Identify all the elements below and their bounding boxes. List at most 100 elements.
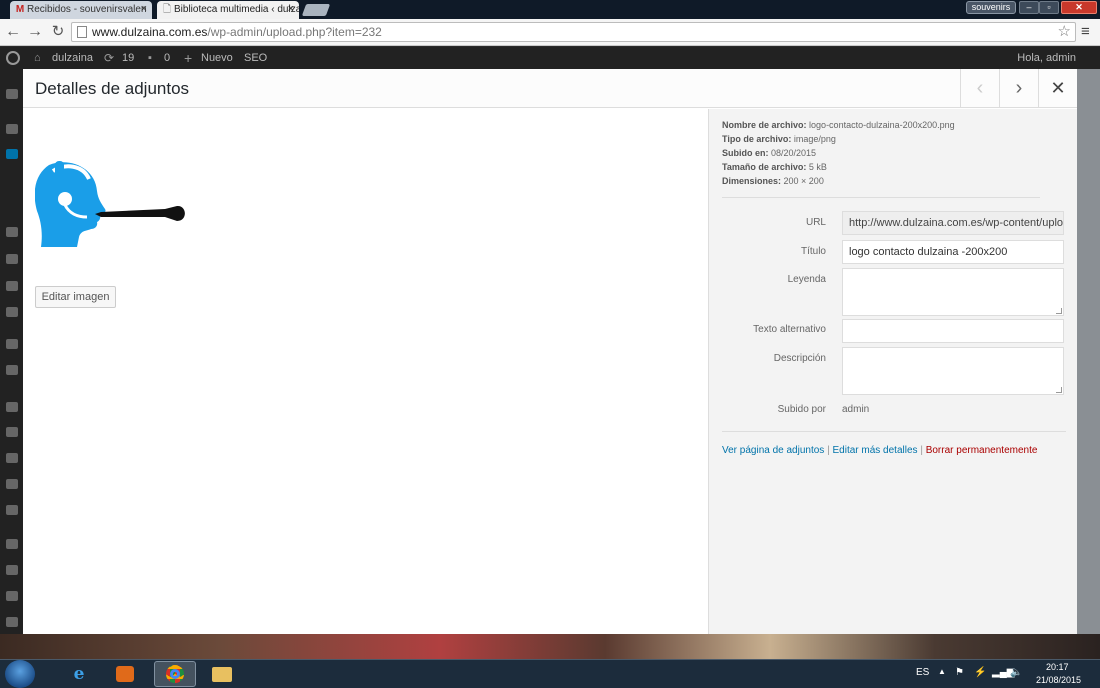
- attachment-actions: Ver página de adjuntos | Editar más deta…: [722, 445, 1037, 457]
- gear-icon: [6, 565, 18, 575]
- maximize-icon[interactable]: ▫: [1039, 1, 1059, 14]
- account-menu[interactable]: Hola, admin: [1017, 47, 1076, 69]
- resize-handle-icon[interactable]: [1056, 387, 1062, 393]
- show-hidden-icons-icon[interactable]: ▲: [938, 667, 946, 676]
- caption-textarea[interactable]: [842, 268, 1064, 316]
- browser-tab-strip: M Recibidos - souvenirsvalen × 🗋 Bibliot…: [0, 0, 1100, 19]
- bookmark-star-icon[interactable]: ☆: [1058, 23, 1071, 41]
- media-icon: [6, 149, 18, 159]
- tab-media-library[interactable]: 🗋 Biblioteca multimedia ‹ dulzaina ×: [157, 1, 299, 19]
- browser-menu-icon[interactable]: ≡: [1081, 23, 1090, 41]
- comments-count[interactable]: 0: [164, 47, 170, 69]
- description-label: Descripción: [773, 353, 826, 364]
- clock-time[interactable]: 20:17: [1046, 662, 1069, 672]
- wp-admin-sidebar: [0, 69, 23, 659]
- back-arrow-icon[interactable]: ←: [4, 23, 22, 41]
- previous-attachment-button[interactable]: ‹: [960, 69, 999, 108]
- language-indicator[interactable]: ES: [916, 667, 929, 678]
- dulzaina-instrument: [95, 205, 185, 221]
- chrome-glyph: [166, 665, 184, 683]
- volume-icon[interactable]: 🔈: [1010, 667, 1022, 678]
- alt-text-label: Texto alternativo: [753, 324, 826, 335]
- address-bar[interactable]: www.dulzaina.com.es/wp-admin/upload.php?…: [71, 22, 1076, 42]
- posts-icon: [6, 124, 18, 134]
- new-content-link[interactable]: Nuevo: [201, 47, 233, 69]
- resize-handle-icon[interactable]: [1056, 308, 1062, 314]
- comments-icon: [6, 254, 18, 264]
- uploaded-by-value: admin: [842, 404, 870, 415]
- url-host: www.dulzaina.com.es: [92, 25, 208, 39]
- chrome-icon[interactable]: [154, 661, 196, 687]
- attachment-image: [35, 161, 185, 247]
- uploaded-by-label: Subido por: [777, 404, 826, 415]
- clock-date[interactable]: 21/08/2015: [1036, 675, 1081, 685]
- divider: [722, 431, 1066, 432]
- title-label: Título: [800, 246, 826, 257]
- internet-explorer-icon[interactable]: e: [58, 661, 100, 687]
- new-tab-button[interactable]: [301, 4, 331, 16]
- caption-label: Leyenda: [787, 274, 826, 285]
- description-textarea[interactable]: [842, 347, 1064, 395]
- close-modal-button[interactable]: ✕: [1038, 69, 1077, 108]
- alt-text-field[interactable]: [842, 319, 1064, 343]
- edit-image-button[interactable]: Editar imagen: [35, 286, 116, 308]
- window-close-icon[interactable]: ✕: [1061, 1, 1097, 14]
- file-explorer-icon[interactable]: [201, 661, 243, 687]
- url-field[interactable]: http://www.dulzaina.com.es/wp-content/up…: [842, 211, 1064, 235]
- meta-filename: Nombre de archivo: logo-contacto-dulzain…: [722, 120, 955, 130]
- pages-icon: [6, 227, 18, 237]
- page-background: [1077, 69, 1100, 659]
- site-name-link[interactable]: dulzaina: [52, 47, 93, 69]
- next-attachment-button[interactable]: ›: [999, 69, 1038, 108]
- url-text: www.dulzaina.com.es/wp-admin/upload.php?…: [92, 25, 382, 39]
- wp-admin-bar: ⌂ dulzaina ⟳ 19 ▪ 0 + Nuevo SEO Hola, ad…: [0, 47, 1100, 69]
- dashboard-icon: [6, 89, 18, 99]
- updates-count[interactable]: 19: [122, 47, 134, 69]
- meta-dimensions: Dimensiones: 200 × 200: [722, 176, 824, 186]
- browser-toolbar: ← → ↻ www.dulzaina.com.es/wp-admin/uploa…: [0, 19, 1100, 46]
- action-center-flag-icon[interactable]: ⚑: [955, 667, 964, 678]
- plus-icon[interactable]: +: [184, 47, 192, 69]
- meta-filetype: Tipo de archivo: image/png: [722, 134, 836, 144]
- power-icon[interactable]: ⚡: [974, 667, 986, 678]
- profile-button[interactable]: souvenirs: [966, 1, 1016, 14]
- divider: [722, 197, 1040, 198]
- appearance-icon: [6, 402, 18, 412]
- tab-close-icon[interactable]: ×: [141, 1, 147, 18]
- url-label: URL: [805, 217, 826, 228]
- gmail-icon: M: [15, 4, 25, 15]
- home-icon[interactable]: ⌂: [34, 47, 41, 69]
- wordpress-logo-icon[interactable]: [6, 51, 20, 65]
- seo-icon: [6, 539, 18, 549]
- delete-permanently-link[interactable]: Borrar permanentemente: [926, 445, 1038, 456]
- tools-icon: [6, 479, 18, 489]
- plugin-icon: [6, 591, 18, 601]
- modal-title: Detalles de adjuntos: [35, 79, 190, 98]
- attachment-details-sidebar: Nombre de archivo: logo-contacto-dulzain…: [708, 109, 1077, 634]
- mail-icon: [6, 307, 18, 317]
- settings-icon: [6, 505, 18, 515]
- updates-icon[interactable]: ⟳: [104, 47, 114, 69]
- comments-icon[interactable]: ▪: [148, 47, 152, 69]
- head-silhouette: [35, 162, 106, 247]
- minimize-icon[interactable]: –: [1019, 1, 1039, 14]
- forward-arrow-icon[interactable]: →: [26, 23, 44, 41]
- tab-gmail-inbox[interactable]: M Recibidos - souvenirsvalen ×: [10, 1, 152, 19]
- edit-more-details-link[interactable]: Editar más detalles: [832, 445, 917, 456]
- meta-uploaded-date: Subido en: 08/20/2015: [722, 148, 817, 158]
- media-player-icon[interactable]: [104, 661, 146, 687]
- folder-glyph: [212, 667, 232, 682]
- users-icon: [6, 453, 18, 463]
- tab-close-icon[interactable]: ×: [288, 1, 294, 18]
- title-field[interactable]: logo contacto dulzaina -200x200: [842, 240, 1064, 264]
- page-icon: 🗋: [162, 4, 172, 15]
- plugins-icon: [6, 427, 18, 437]
- media-player-glyph: [116, 666, 134, 682]
- start-button[interactable]: [5, 660, 35, 688]
- reload-icon[interactable]: ↻: [49, 23, 67, 41]
- headset-cup: [58, 192, 72, 206]
- view-attachment-page-link[interactable]: Ver página de adjuntos: [722, 445, 824, 456]
- url-path: /wp-admin/upload.php?item=232: [207, 25, 382, 39]
- seo-menu-link[interactable]: SEO: [244, 47, 267, 69]
- collapse-icon: [6, 617, 18, 627]
